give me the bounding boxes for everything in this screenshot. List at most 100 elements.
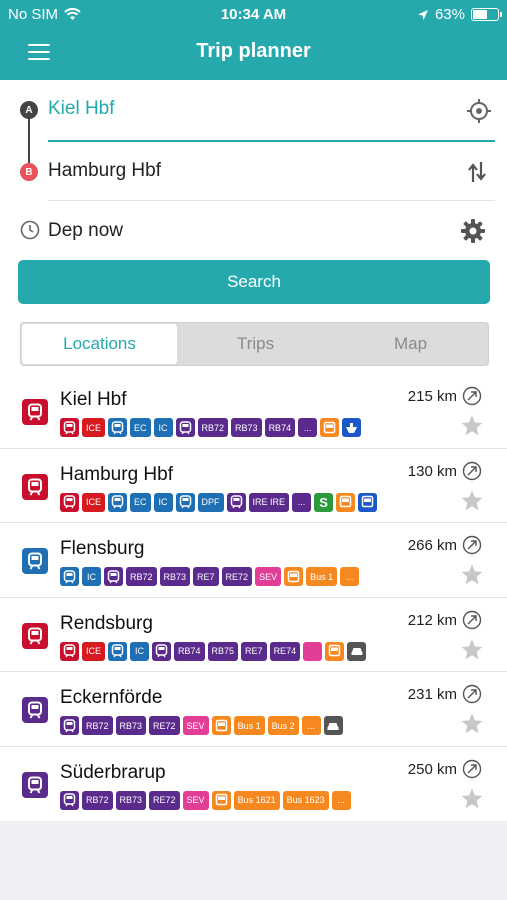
line-badge: IC — [153, 492, 173, 512]
line-badge: EC — [130, 418, 151, 437]
direction-icon — [462, 684, 482, 704]
location-name: Eckernförde — [60, 687, 163, 708]
location-list: Kiel Hbf ICE EC IC RB72 RB73 RB74... 215 km Hamb… — [0, 374, 507, 821]
line-badges: RB72 RB73 RE72 SEV Bus 1621 Bus 1623... — [60, 790, 351, 810]
location-row[interactable]: Süderbrarup RB72 RB73 RE72 SEV Bus 1621 Bus 16… — [0, 747, 507, 822]
train-mode-icon — [60, 641, 79, 661]
battery-percent: 63% — [434, 6, 465, 23]
line-badge: ... — [301, 716, 321, 735]
train-mode-icon — [108, 418, 128, 437]
train-mode-icon — [226, 492, 246, 512]
location-name: Hamburg Hbf — [60, 463, 173, 485]
line-badge: SEV — [182, 790, 209, 810]
tab-map[interactable]: Map — [333, 323, 488, 365]
line-badge: RB73 — [231, 418, 262, 437]
line-badge: RE74 — [269, 641, 301, 661]
location-distance: 212 km — [407, 611, 457, 629]
line-badge: RB72 — [126, 567, 157, 586]
train-mode-icon — [60, 492, 79, 512]
location-row[interactable]: Kiel Hbf ICE EC IC RB72 RB73 RB74... 215 km — [0, 374, 507, 449]
favorite-star-icon[interactable] — [460, 638, 484, 662]
swap-icon[interactable] — [466, 160, 488, 184]
line-badge: RE7 — [193, 567, 219, 586]
app-header: No SIM 10:34 AM 63% Trip planner — [0, 0, 507, 80]
bus-mode-icon — [320, 418, 340, 437]
line-badge: EC — [130, 492, 151, 512]
train-station-icon — [22, 697, 48, 723]
none-mode-icon — [303, 641, 323, 661]
locate-me-icon[interactable] — [466, 98, 492, 124]
line-badge: Bus 1 — [306, 567, 338, 586]
line-badge: RE72 — [149, 790, 180, 810]
status-right: 63% — [417, 6, 502, 23]
line-badge: IC — [82, 567, 101, 586]
train-mode-icon — [60, 418, 79, 437]
taxi-mode-icon — [323, 716, 343, 735]
route-connector — [28, 119, 30, 163]
location-row[interactable]: Rendsburg ICE IC RB74 RB75 RE7 RE74 212 km — [0, 598, 507, 672]
train-mode-icon — [108, 492, 128, 512]
view-tabs: Locations Trips Map — [20, 322, 489, 366]
from-input[interactable] — [48, 98, 448, 120]
train-station-icon — [22, 622, 48, 649]
location-name: Rendsburg — [60, 612, 153, 634]
location-row[interactable]: Flensburg IC RB72 RB73 RE7 RE72 SEV Bus 1... 266… — [0, 523, 507, 598]
line-badge: ... — [292, 492, 312, 512]
gear-icon[interactable] — [460, 218, 486, 244]
bus-mode-icon — [211, 716, 231, 735]
train-mode-icon — [152, 641, 172, 661]
line-badge: RB72 — [82, 716, 113, 735]
ferry-mode-icon — [342, 418, 362, 437]
destination-marker-icon: B — [20, 163, 38, 181]
location-distance: 130 km — [407, 462, 457, 480]
favorite-star-icon[interactable] — [460, 489, 484, 513]
bus-mode-icon — [211, 790, 231, 810]
location-distance: 231 km — [407, 686, 457, 703]
location-row[interactable]: Eckernförde RB72 RB73 RE72 SEV Bus 1 Bus 2... 2… — [0, 672, 507, 747]
line-badge: Bus 2 — [267, 716, 299, 735]
location-distance: 266 km — [407, 537, 457, 554]
to-input[interactable] — [48, 160, 448, 182]
bus-mode-icon — [325, 641, 345, 661]
favorite-star-icon[interactable] — [460, 563, 484, 587]
train-station-icon — [22, 771, 48, 798]
from-input-underline — [48, 140, 495, 142]
line-badge: IC — [130, 641, 150, 661]
line-badge: Bus 1621 — [233, 790, 280, 810]
line-badge: Bus 1 — [233, 716, 265, 735]
line-badge: RE7 — [241, 641, 267, 661]
location-arrow-icon — [417, 9, 428, 20]
departure-time-selector[interactable]: Dep now — [48, 220, 123, 242]
direction-icon — [462, 610, 482, 629]
direction-icon — [462, 535, 482, 555]
tab-trips[interactable]: Trips — [178, 323, 333, 365]
battery-fill — [473, 10, 488, 19]
line-badge: RB72 — [197, 418, 229, 437]
train-mode-icon — [60, 716, 79, 735]
line-badges: ICE EC IC DPF IRE IRE... S — [60, 492, 378, 512]
line-badge: ... — [298, 418, 318, 437]
battery-icon — [471, 8, 502, 21]
taxi-mode-icon — [347, 641, 367, 661]
line-badge: ICE — [82, 641, 106, 661]
line-badge: DPF — [197, 492, 224, 512]
line-badge: RB74 — [174, 641, 205, 661]
train-mode-icon — [175, 418, 195, 437]
line-badge: RB73 — [115, 790, 147, 810]
favorite-star-icon[interactable] — [460, 787, 484, 811]
line-badges: ICE IC RB74 RB75 RE7 RE74 — [60, 641, 367, 661]
bus-mode-icon — [336, 492, 356, 512]
search-button[interactable]: Search — [18, 260, 490, 304]
trip-form: A B Dep now Search — [0, 80, 507, 380]
line-badge: S — [314, 492, 334, 512]
line-badge: RB75 — [207, 641, 239, 661]
line-badges: ICE EC IC RB72 RB73 RB74... — [60, 418, 362, 437]
status-bar: No SIM 10:34 AM 63% — [0, 0, 507, 30]
line-badge: Bus 1623 — [282, 790, 329, 810]
location-name: Kiel Hbf — [60, 389, 127, 410]
favorite-star-icon[interactable] — [460, 414, 484, 438]
location-row[interactable]: Hamburg Hbf ICE EC IC DPF IRE IRE... S 130 km — [0, 449, 507, 523]
tab-locations[interactable]: Locations — [22, 324, 177, 364]
favorite-star-icon[interactable] — [460, 712, 484, 736]
train-mode-icon — [104, 567, 123, 586]
